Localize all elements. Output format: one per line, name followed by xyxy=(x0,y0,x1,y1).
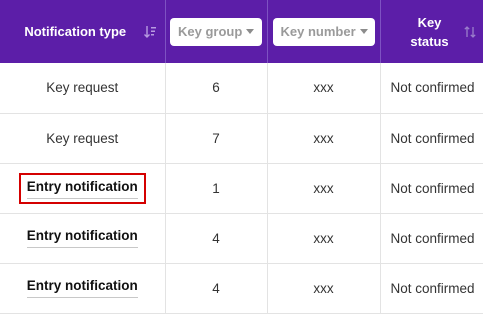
key-number-filter[interactable]: Key number xyxy=(272,17,375,46)
notification-type-text: Key request xyxy=(46,80,119,96)
chevron-down-icon xyxy=(359,29,368,34)
notification-type-text: Key request xyxy=(46,130,119,146)
key-status-label-line2: status xyxy=(410,33,449,49)
key-number-cell: xxx xyxy=(267,163,381,214)
key-number-filter-label: Key number xyxy=(280,24,356,39)
notification-type-cell[interactable]: Entry notification xyxy=(0,263,166,314)
key-status-cell: Not confirmed xyxy=(380,213,483,264)
table-row[interactable]: Key request 6 xxx Not confirmed xyxy=(0,63,483,114)
key-number-cell: xxx xyxy=(267,63,381,114)
key-group-filter-label: Key group xyxy=(178,24,243,39)
column-header-key-group: Key group xyxy=(165,0,268,63)
table-row[interactable]: Key request 7 xxx Not confirmed xyxy=(0,113,483,164)
table-row[interactable]: Entry notification 4 xxx Not confirmed xyxy=(0,213,483,264)
column-header-key-status[interactable]: Key status xyxy=(380,0,483,63)
notification-type-cell[interactable]: Entry notification xyxy=(0,163,166,214)
key-group-cell: 1 xyxy=(165,163,268,214)
key-number-cell: xxx xyxy=(267,213,381,264)
key-number-cell: xxx xyxy=(267,263,381,314)
key-status-label-line1: Key xyxy=(417,14,442,30)
sort-icon[interactable] xyxy=(463,25,476,39)
chevron-down-icon xyxy=(246,29,255,34)
notification-type-text[interactable]: Entry notification xyxy=(26,179,138,199)
key-group-cell: 6 xyxy=(165,63,268,114)
key-group-cell: 4 xyxy=(165,263,268,314)
key-group-cell: 7 xyxy=(165,113,268,164)
key-group-filter[interactable]: Key group xyxy=(170,17,262,46)
column-header-notification-type[interactable]: Notification type xyxy=(0,0,166,63)
notifications-table: Notification type Key group Key number K… xyxy=(0,0,483,314)
key-group-cell: 4 xyxy=(165,213,268,264)
notification-type-label: Notification type xyxy=(24,24,127,39)
table-row[interactable]: Entry notification 1 xxx Not confirmed xyxy=(0,163,483,214)
key-status-cell: Not confirmed xyxy=(380,163,483,214)
header-row: Notification type Key group Key number K… xyxy=(0,0,483,63)
notification-type-cell[interactable]: Entry notification xyxy=(0,213,166,264)
notification-type-text[interactable]: Entry notification xyxy=(26,278,138,298)
key-number-cell: xxx xyxy=(267,113,381,164)
notification-type-cell[interactable]: Key request xyxy=(0,113,166,164)
highlight-box: Entry notification xyxy=(18,172,146,204)
column-header-key-number: Key number xyxy=(267,0,381,63)
key-status-cell: Not confirmed xyxy=(380,63,483,114)
table-row[interactable]: Entry notification 4 xxx Not confirmed xyxy=(0,263,483,314)
notification-type-text[interactable]: Entry notification xyxy=(26,228,138,248)
notification-type-cell[interactable]: Key request xyxy=(0,63,166,114)
key-status-cell: Not confirmed xyxy=(380,113,483,164)
key-status-cell: Not confirmed xyxy=(380,263,483,314)
sort-descending-icon[interactable] xyxy=(143,25,156,39)
